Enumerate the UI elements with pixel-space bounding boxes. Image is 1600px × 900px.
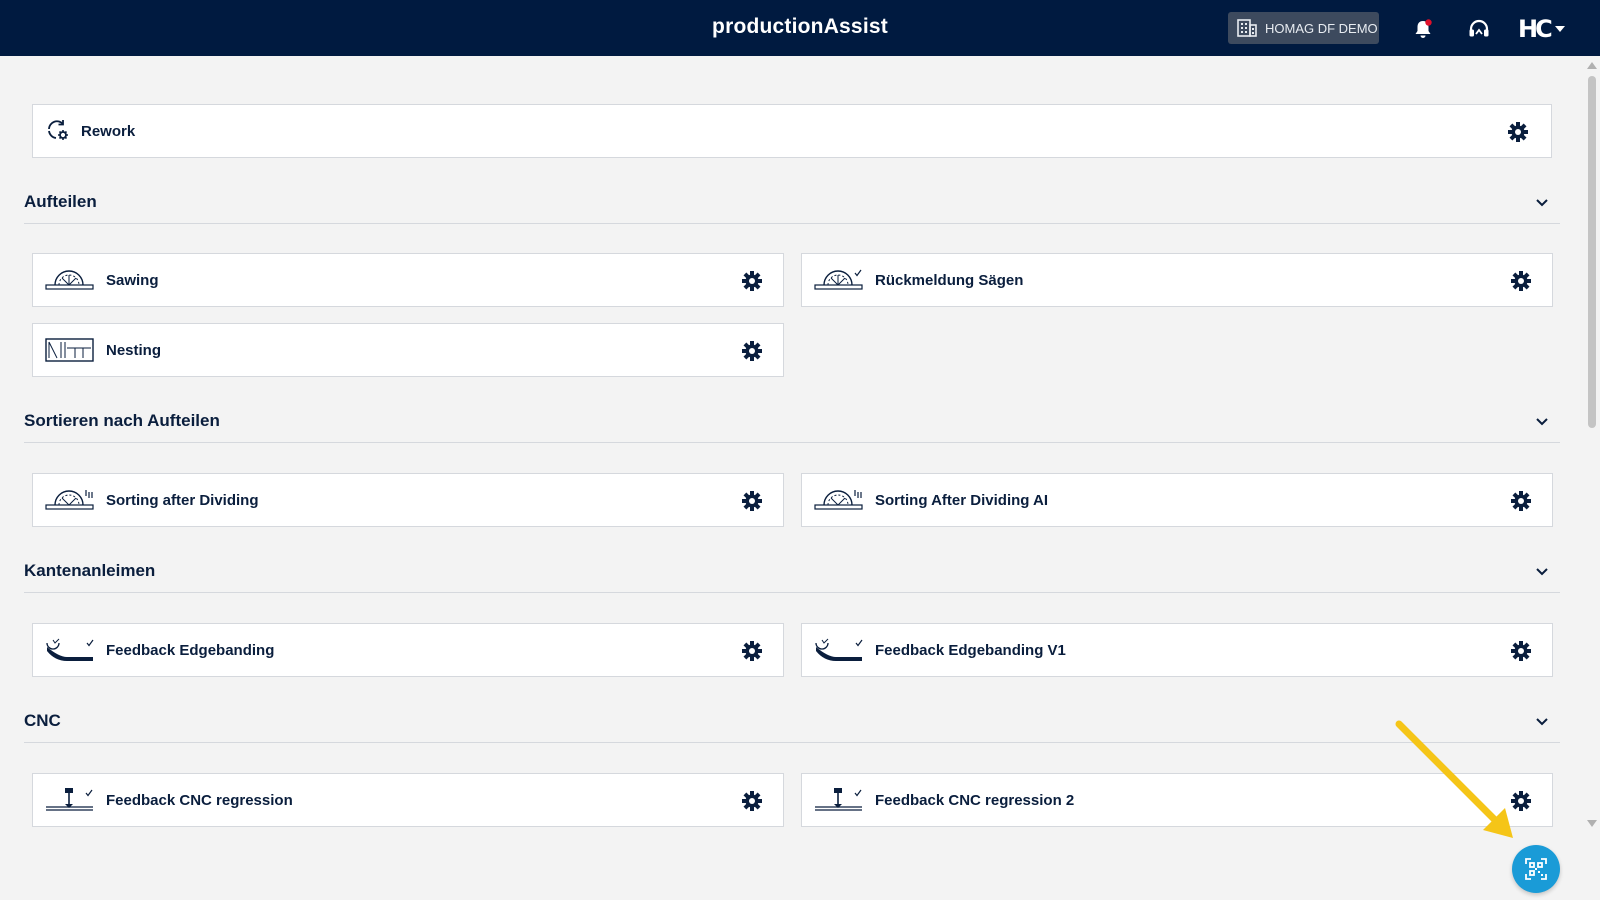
section-header-sortieren[interactable]: Sortieren nach Aufteilen	[24, 399, 1560, 443]
card-feedback-edgebanding-v1[interactable]: Feedback Edgebanding V1	[801, 623, 1553, 677]
bell-icon	[1415, 19, 1432, 38]
gear-icon	[742, 491, 762, 511]
settings-button[interactable]	[741, 270, 763, 292]
support-button[interactable]	[1466, 16, 1492, 42]
gear-icon	[742, 641, 762, 661]
headset-icon	[1469, 19, 1489, 37]
gear-icon	[1511, 271, 1531, 291]
cnc-icon	[814, 787, 864, 813]
scroll-down-arrow[interactable]	[1587, 820, 1597, 827]
card-sorting-after-dividing[interactable]: Sorting after Dividing	[32, 473, 784, 527]
chevron-down-icon	[1536, 418, 1548, 426]
tenant-selector[interactable]: HOMAG DF DEMO	[1228, 12, 1379, 44]
gear-icon	[742, 791, 762, 811]
chevron-down-icon	[1536, 199, 1548, 207]
settings-button[interactable]	[1510, 640, 1532, 662]
sorting-icon	[45, 487, 95, 513]
settings-button[interactable]	[741, 640, 763, 662]
gear-icon	[742, 341, 762, 361]
section-title: Sortieren nach Aufteilen	[24, 411, 220, 430]
qr-code-icon	[1525, 858, 1547, 880]
card-rueckmeldung-saegen[interactable]: Rückmeldung Sägen	[801, 253, 1553, 307]
nesting-icon	[45, 337, 95, 363]
chevron-down-icon	[1536, 718, 1548, 726]
notifications-button[interactable]	[1410, 16, 1436, 42]
chevron-down-icon	[1536, 568, 1548, 576]
gear-icon	[1511, 791, 1531, 811]
edgebanding-icon	[814, 637, 864, 663]
gear-icon	[1508, 122, 1528, 142]
card-label: Feedback Edgebanding	[106, 642, 275, 659]
card-label: Sorting after Dividing	[106, 492, 259, 509]
tenant-label: HOMAG DF DEMO	[1265, 20, 1378, 36]
rework-card[interactable]: Rework	[32, 104, 1552, 158]
card-nesting[interactable]: Nesting	[32, 323, 784, 377]
section-header-cnc[interactable]: CNC	[24, 699, 1560, 743]
scrollbar-thumb[interactable]	[1588, 76, 1596, 428]
section-title: Aufteilen	[24, 192, 97, 211]
gear-icon	[1511, 641, 1531, 661]
cnc-icon	[45, 787, 95, 813]
main-content: Rework Aufteilen Sawing Rückmeldung Säge…	[0, 56, 1583, 900]
gear-icon	[742, 271, 762, 291]
scroll-up-arrow[interactable]	[1587, 62, 1597, 69]
card-label: Feedback CNC regression 2	[875, 792, 1075, 809]
user-logo: HC	[1518, 15, 1553, 43]
settings-button[interactable]	[1510, 790, 1532, 812]
caret-down-icon	[1554, 26, 1565, 32]
saw-feedback-icon	[814, 267, 864, 293]
saw-icon	[45, 267, 95, 293]
card-feedback-cnc-regression-2[interactable]: Feedback CNC regression 2	[801, 773, 1553, 827]
card-feedback-edgebanding[interactable]: Feedback Edgebanding	[32, 623, 784, 677]
card-label: Sawing	[106, 272, 159, 289]
sorting-icon	[814, 487, 864, 513]
card-label: Rework	[81, 123, 136, 140]
card-sorting-after-dividing-ai[interactable]: Sorting After Dividing AI	[801, 473, 1553, 527]
user-menu[interactable]: HC	[1518, 16, 1565, 42]
card-feedback-cnc-regression[interactable]: Feedback CNC regression	[32, 773, 784, 827]
settings-button[interactable]	[741, 790, 763, 812]
card-label: Feedback Edgebanding V1	[875, 642, 1066, 659]
gear-icon	[1511, 491, 1531, 511]
top-bar: productionAssist HOMAG DF DEMO HC	[0, 0, 1600, 56]
card-label: Rückmeldung Sägen	[875, 272, 1024, 289]
section-title: CNC	[24, 711, 61, 730]
card-sawing[interactable]: Sawing	[32, 253, 784, 307]
edgebanding-icon	[45, 637, 95, 663]
section-header-aufteilen[interactable]: Aufteilen	[24, 180, 1560, 224]
card-label: Sorting After Dividing AI	[875, 492, 1049, 509]
card-label: Nesting	[106, 342, 162, 359]
settings-button[interactable]	[1507, 121, 1529, 143]
settings-button[interactable]	[1510, 270, 1532, 292]
card-label: Feedback CNC regression	[106, 792, 293, 809]
settings-button[interactable]	[1510, 490, 1532, 512]
section-title: Kantenanleimen	[24, 561, 156, 580]
settings-button[interactable]	[741, 340, 763, 362]
qr-scan-button[interactable]	[1512, 845, 1560, 893]
settings-button[interactable]	[741, 490, 763, 512]
building-icon	[1237, 19, 1257, 37]
section-header-kantenanleimen[interactable]: Kantenanleimen	[24, 549, 1560, 593]
